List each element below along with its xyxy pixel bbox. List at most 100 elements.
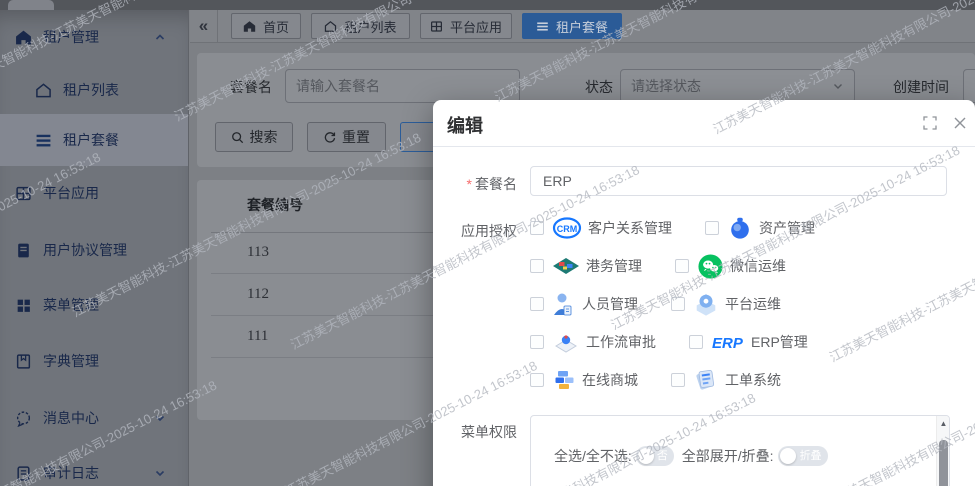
app-option-port-management[interactable]: 港务管理 (530, 254, 642, 278)
tabs-collapse-button[interactable]: « (190, 10, 218, 42)
tab-tenant-package[interactable]: 租户套餐 (522, 13, 622, 39)
app-option-workflow-approval[interactable]: 工作流审批 (530, 330, 656, 354)
sidebar-item-menu-management[interactable]: 菜单管理 (0, 279, 188, 331)
chevron-down-icon (832, 80, 844, 92)
svg-text:ERP: ERP (712, 335, 744, 352)
tab-tenant-list[interactable]: 租户列表 (311, 13, 410, 39)
home-filled-icon (243, 20, 256, 33)
toggle-state-label: 否 (657, 450, 668, 462)
dialog-header-divider (433, 146, 975, 147)
app-option-platform-ops[interactable]: 平台运维 (671, 291, 781, 317)
app-option-erp-management[interactable]: ERP ERP管理 (689, 331, 808, 353)
top-header-strip (0, 0, 975, 10)
menu-tree-toolbar: 全选/全不选: 否 全部展开/折叠: 折叠 (554, 446, 836, 466)
sidebar: 租户管理 租户列表 租户套餐 平台应用 用户协议管理 菜单管理 字典管理 消息中… (0, 10, 189, 486)
menu-lines-icon (35, 132, 52, 149)
sidebar-item-audit-log[interactable]: 审计日志 (0, 447, 188, 486)
document-filled-icon (15, 242, 32, 259)
app-option-crm[interactable]: CRM 客户关系管理 (530, 216, 672, 240)
status-select[interactable]: 请选择状态 (620, 69, 855, 103)
menu-permissions-label: 菜单权限 (433, 422, 517, 442)
app-option-wechat-ops[interactable]: 微信运维 (675, 253, 786, 280)
checkbox[interactable] (705, 221, 719, 235)
grid-icon (430, 20, 443, 33)
sidebar-item-user-agreement[interactable]: 用户协议管理 (0, 224, 188, 276)
sidebar-item-dictionary-management[interactable]: 字典管理 (0, 335, 188, 387)
search-icon (231, 131, 244, 144)
checkbox[interactable] (530, 259, 544, 273)
dialog-title: 编辑 (447, 112, 483, 138)
reset-button[interactable]: 重置 (307, 122, 386, 152)
status-label: 状态 (585, 79, 613, 95)
package-code-cell: 113 (247, 244, 269, 261)
package-name-label: 套餐名 (230, 79, 272, 95)
chevron-down-icon (154, 467, 166, 479)
grid-icon (15, 185, 32, 202)
sidebar-item-label: 租户列表 (63, 80, 119, 100)
sidebar-item-label: 消息中心 (43, 408, 99, 428)
tab-platform-apps[interactable]: 平台应用 (420, 13, 512, 39)
tab-home[interactable]: 首页 (231, 13, 301, 39)
tab-bar: « 首页 租户列表 平台应用 租户套餐 (190, 10, 975, 43)
checkbox[interactable] (530, 373, 544, 387)
sidebar-item-tenant-management[interactable]: 租户管理 (0, 11, 188, 63)
sidebar-item-label: 用户协议管理 (43, 240, 127, 260)
expand-collapse-toggle[interactable]: 折叠 (778, 446, 828, 466)
search-button-label: 搜索 (250, 127, 278, 147)
edit-dialog: 编辑 *套餐名 应用授权 CRM 客户关系管理 资产管理 港务管理 (433, 100, 975, 486)
app-option-online-mall[interactable]: 在线商城 (530, 368, 638, 392)
checkbox[interactable] (671, 297, 685, 311)
sidebar-item-label: 租户套餐 (63, 130, 119, 150)
chevron-down-icon (154, 412, 166, 424)
checkbox[interactable] (671, 373, 685, 387)
svg-text:CRM: CRM (557, 224, 578, 234)
sidebar-item-tenant-package[interactable]: 租户套餐 (0, 114, 188, 166)
package-name-input[interactable] (285, 69, 520, 103)
created-time-label: 创建时间 (893, 79, 949, 95)
tab-label: 首页 (263, 17, 289, 36)
refresh-icon (323, 131, 336, 144)
sidebar-item-label: 平台应用 (43, 183, 99, 203)
scrollbar-thumb[interactable] (939, 440, 948, 486)
checkbox[interactable] (530, 297, 544, 311)
sidebar-item-label: 审计日志 (43, 463, 99, 483)
sidebar-item-tenant-list[interactable]: 租户列表 (0, 64, 188, 116)
menu-permissions-tree-panel: 全选/全不选: 否 全部展开/折叠: 折叠 ▲ (530, 415, 950, 486)
tab-label: 平台应用 (450, 17, 502, 36)
toggle-knob (780, 448, 796, 464)
dictionary-book-icon (15, 353, 32, 370)
chat-bubble-icon (15, 410, 32, 427)
person-icon (552, 291, 576, 317)
status-select-placeholder: 请选择状态 (631, 76, 701, 96)
select-all-toggle[interactable]: 否 (636, 446, 674, 466)
sidebar-item-label: 菜单管理 (43, 295, 99, 315)
sidebar-item-message-center[interactable]: 消息中心 (0, 392, 188, 444)
blocks-icon (15, 297, 32, 314)
scrollbar[interactable]: ▲ (936, 416, 949, 486)
workflow-approval-icon (552, 330, 580, 354)
home-filled-icon (15, 29, 32, 46)
checkbox[interactable] (530, 335, 544, 349)
checkbox[interactable] (530, 221, 544, 235)
scrollbar-up-arrow[interactable]: ▲ (937, 419, 950, 428)
toggle-state-label: 折叠 (800, 450, 822, 462)
close-icon[interactable] (952, 115, 968, 131)
log-document-icon (15, 465, 32, 482)
app-option-personnel-management[interactable]: 人员管理 (530, 291, 638, 317)
platform-ops-icon (693, 291, 719, 317)
app-option-work-order-system[interactable]: 工单系统 (671, 367, 781, 393)
app-option-asset-management[interactable]: 资产管理 (705, 215, 815, 241)
house-outline-icon (35, 82, 52, 99)
sidebar-item-platform-apps[interactable]: 平台应用 (0, 167, 188, 219)
column-header-package-code: 套餐编号 (247, 195, 303, 215)
menu-lines-icon (536, 20, 549, 33)
date-range-input[interactable] (963, 69, 975, 103)
package-name-edit-input[interactable] (530, 166, 947, 196)
search-button[interactable]: 搜索 (215, 122, 293, 152)
package-name-field-label: *套餐名 (433, 174, 517, 194)
checkbox[interactable] (675, 259, 689, 273)
checkbox[interactable] (689, 335, 703, 349)
work-order-icon (693, 367, 719, 393)
asset-moneybag-icon (727, 215, 753, 241)
fullscreen-icon[interactable] (922, 115, 938, 131)
